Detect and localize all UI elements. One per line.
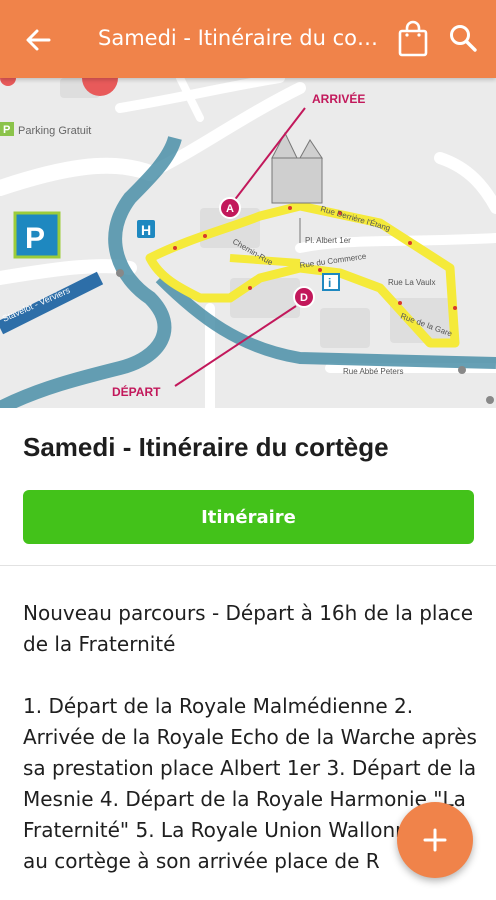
map-label-place-albert: Pl. Albert 1er	[305, 236, 351, 245]
event-title: Samedi - Itinéraire du cortège	[23, 432, 389, 462]
map-label-depart: DÉPART	[112, 384, 161, 399]
divider	[0, 565, 496, 566]
shopping-bag-icon[interactable]	[396, 20, 430, 58]
svg-text:A: A	[226, 203, 234, 215]
add-fab-button[interactable]	[397, 802, 473, 878]
map-graphic: Stavelot - Verviers Pl. Albert 1er Rue A…	[0, 78, 496, 408]
hospital-h-label: H	[141, 222, 151, 238]
app-bar-title: Samedi - Itinéraire du cortège	[98, 26, 380, 50]
itinerary-button[interactable]: Itinéraire	[23, 490, 474, 544]
map-label-arrivee: ARRIVÉE	[312, 91, 365, 106]
search-icon[interactable]	[447, 22, 479, 54]
plus-icon	[423, 828, 447, 852]
back-arrow-icon[interactable]	[22, 24, 54, 56]
map-label-rue-vaulx: Rue La Vaulx	[388, 278, 435, 287]
parking-p-label: P	[25, 222, 45, 255]
svg-text:D: D	[300, 292, 308, 304]
map-label-parking: Parking Gratuit	[18, 125, 91, 137]
svg-text:P: P	[3, 124, 10, 136]
map-label-rue-abbe: Rue Abbé Peters	[343, 367, 403, 376]
info-i-label: i	[328, 276, 331, 290]
route-map[interactable]: Stavelot - Verviers Pl. Albert 1er Rue A…	[0, 78, 496, 408]
app-bar: Samedi - Itinéraire du cortège	[0, 0, 496, 78]
